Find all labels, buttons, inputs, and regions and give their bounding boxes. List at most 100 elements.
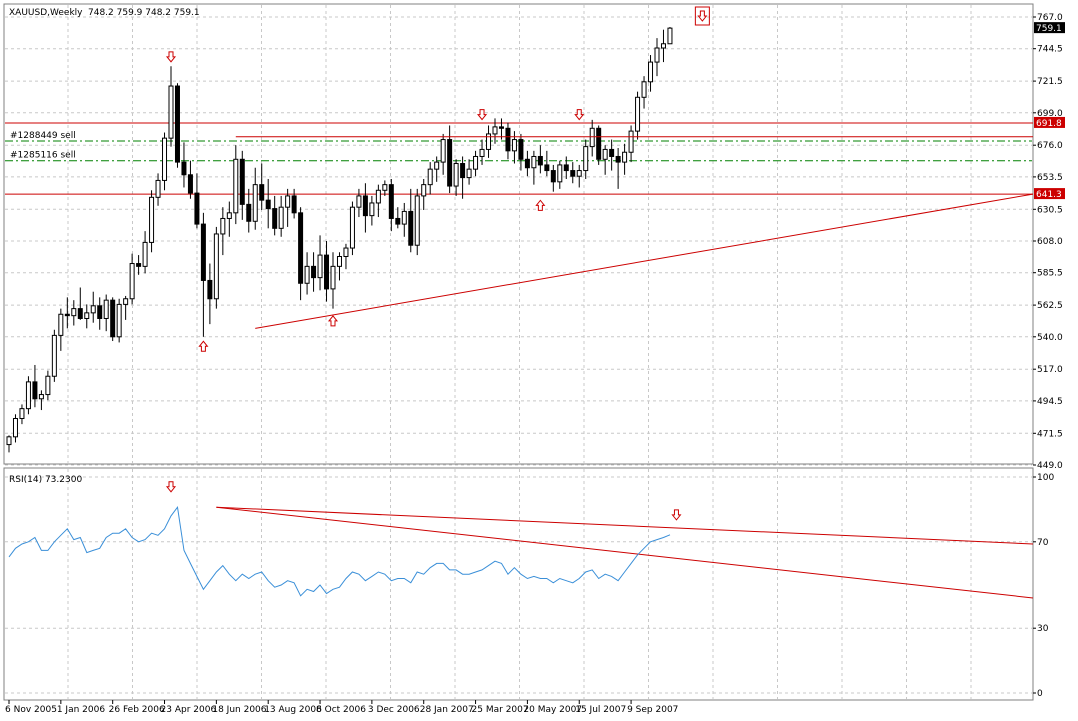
price-tick-label: 767.0 <box>1037 13 1063 23</box>
time-tick-label: 15 Jul 2007 <box>575 705 626 715</box>
candle-bull <box>304 265 310 284</box>
candle-bull <box>155 179 161 198</box>
time-tick-label: 3 Dec 2006 <box>368 705 420 715</box>
candle-bear <box>77 308 83 319</box>
candle-bear <box>136 263 142 267</box>
candle-bear <box>194 192 200 225</box>
candle-bear <box>395 217 401 225</box>
price-tick-label: 540.0 <box>1037 333 1063 343</box>
candle-bear <box>311 265 317 279</box>
candle-bull <box>369 202 375 217</box>
time-tick-label: 1 Jan 2006 <box>57 705 105 715</box>
price-tick-label: 721.5 <box>1037 77 1063 87</box>
candle-bear <box>181 161 187 176</box>
candle-bull <box>25 381 31 410</box>
candle-bear <box>447 139 453 187</box>
candle-bear <box>388 184 394 219</box>
candle-bull <box>19 408 25 420</box>
candle-bull <box>116 303 122 338</box>
candle-bear <box>408 210 414 246</box>
candle-bull <box>557 164 563 183</box>
candle-bear <box>524 158 530 169</box>
candle-bull <box>90 305 96 314</box>
time-tick-label: 6 Nov 2005 <box>5 705 57 715</box>
candle-bull <box>51 334 57 377</box>
candle-bull <box>58 313 64 336</box>
candle-bear <box>550 170 556 183</box>
candle-bear <box>187 174 193 194</box>
candle-bear <box>563 164 569 172</box>
candle-bear <box>291 195 297 214</box>
price-level-label: 691.8 <box>1036 119 1062 129</box>
rsi-tick-label: 100 <box>1037 473 1054 483</box>
candle-bull <box>213 233 219 300</box>
price-tick-label: 449.0 <box>1037 461 1063 471</box>
candle-bear <box>298 212 304 284</box>
candle-bull <box>103 299 109 319</box>
order-line-label: #1285116 sell <box>10 151 76 161</box>
candle-bull <box>622 151 628 163</box>
price-tick-label: 562.5 <box>1037 301 1063 311</box>
candle-bear <box>174 85 180 163</box>
chart-canvas: 691.8 641.3 #1288449 sell #1285116 sell 767… <box>3 3 1065 715</box>
current-price-label: 759.1 <box>1036 24 1062 34</box>
chart-ohlc-label: 748.2 759.9 748.2 759.1 <box>88 8 200 18</box>
candle-bull <box>349 206 355 249</box>
candle-bear <box>498 126 504 129</box>
candle-bull <box>356 195 362 208</box>
candle-bull <box>142 241 148 267</box>
candle-bull <box>635 96 641 132</box>
candle-bull <box>343 247 349 257</box>
candle-bull <box>427 168 433 186</box>
candle-bull <box>479 148 485 157</box>
candle-bull <box>285 195 291 208</box>
candle-bull <box>38 394 44 400</box>
candle-bull <box>511 139 517 152</box>
price-tick-label: 471.5 <box>1037 429 1063 439</box>
candle-bull <box>421 184 427 197</box>
price-tick-label: 676.0 <box>1037 141 1063 151</box>
candle-bull <box>84 312 90 319</box>
candle-bear <box>207 279 213 300</box>
candle-bull <box>648 61 654 83</box>
candle-bull <box>45 375 51 396</box>
candle-bear <box>110 299 116 338</box>
time-tick-label: 26 Feb 2006 <box>109 705 165 715</box>
order-line-label: #1288449 sell <box>10 131 76 141</box>
price-tick-label: 585.5 <box>1037 269 1063 279</box>
time-axis: 6 Nov 2005 1 Jan 2006 26 Feb 200623 Apr 20… <box>5 700 678 715</box>
candle-bear <box>272 208 278 229</box>
candle-bull <box>531 155 537 169</box>
candle-bull <box>589 127 595 148</box>
candle-bull <box>168 85 174 139</box>
candle-bull <box>434 161 440 170</box>
price-tick-label: 744.5 <box>1037 45 1063 55</box>
main-panel-background <box>3 3 1034 465</box>
candle-bull <box>583 146 589 172</box>
candle-bull <box>414 195 420 246</box>
candle-bull <box>401 210 407 225</box>
price-axis: 767.0 744.5 721.5 699.0 676.0 653.5 630.5 608.0… <box>1033 13 1065 471</box>
candle-bear <box>324 254 330 290</box>
candle-bull <box>226 212 232 219</box>
candle-bull <box>667 27 673 45</box>
candle-bull <box>162 137 168 181</box>
candle-bull <box>466 168 472 179</box>
candle-bear <box>544 164 550 172</box>
chart-symbol-label: XAUUSD,Weekly <box>9 8 83 18</box>
candle-bull <box>375 189 381 204</box>
candle-bear <box>32 381 38 400</box>
candle-bull <box>330 265 336 290</box>
candle-bull <box>220 217 226 235</box>
candle-bear <box>200 223 206 281</box>
candle-bull <box>453 163 459 187</box>
candle-bear <box>505 127 511 152</box>
time-tick-label: 28 Jan 2007 <box>420 705 474 715</box>
candle-bull <box>278 206 284 229</box>
time-tick-label: 8 Oct 2006 <box>316 705 366 715</box>
candle-bull <box>6 436 12 446</box>
candle-bear <box>460 163 466 179</box>
candle-bear <box>518 139 524 160</box>
time-tick-label: 9 Sep 2007 <box>627 705 678 715</box>
rsi-axis: 100 70 30 0 <box>1033 473 1054 699</box>
